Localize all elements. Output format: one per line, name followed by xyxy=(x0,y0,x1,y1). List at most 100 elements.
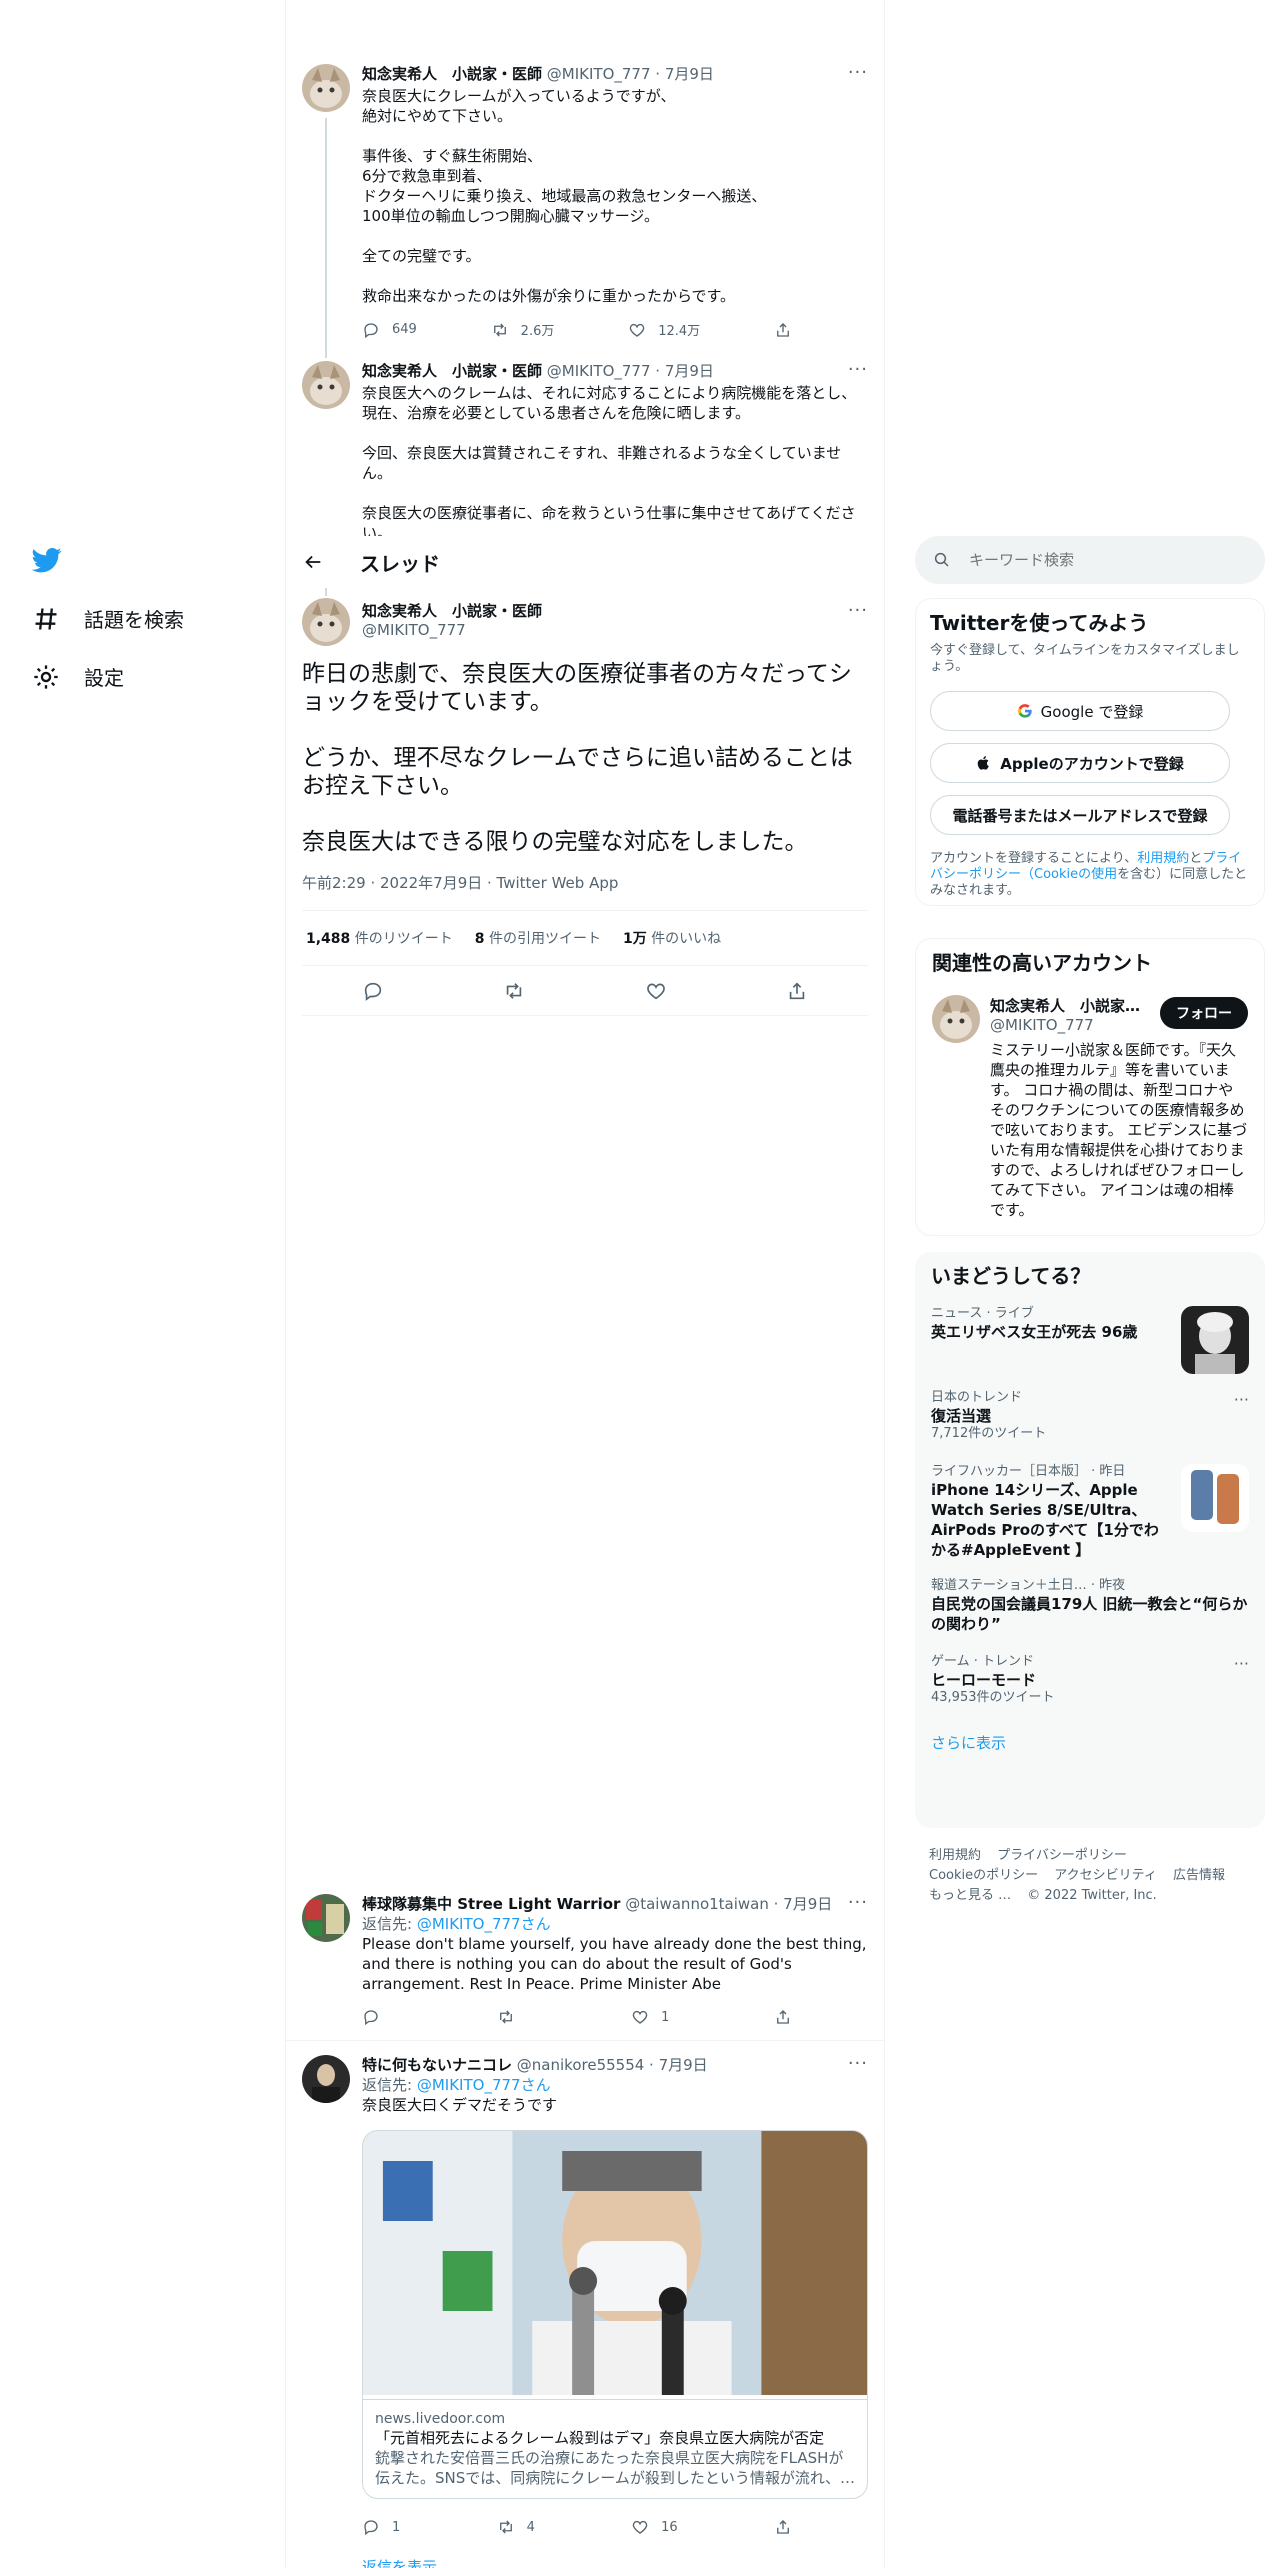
tweet-meta: @MIKITO_777 · 7月9日 xyxy=(546,65,714,83)
footer-link[interactable]: アクセシビリティ xyxy=(1054,1868,1157,1883)
link-card[interactable]: news.livedoor.com 「元首相死去によるクレーム殺到はデマ」奈良県… xyxy=(362,2130,868,2499)
search-box[interactable] xyxy=(915,536,1265,584)
reply-button[interactable]: 649 xyxy=(362,320,417,339)
tweet-author-name[interactable]: 知念実希人 小説家・医師 xyxy=(362,362,542,380)
like-stat[interactable]: 1万 件のいいね xyxy=(623,928,721,948)
back-arrow-icon[interactable] xyxy=(302,551,324,573)
retweet-button[interactable]: 2.6万 xyxy=(491,320,554,339)
trend-thumbnail xyxy=(1181,1306,1249,1374)
trend-item[interactable]: 報道ステーション＋土日… · 昨夜 自民党の国会議員179人 旧統一教会と“何ら… xyxy=(931,1578,1249,1634)
retweet-icon[interactable] xyxy=(503,980,525,1002)
avatar[interactable] xyxy=(302,2055,350,2103)
copyright: © 2022 Twitter, Inc. xyxy=(1027,1888,1157,1903)
reply-mention-link[interactable]: @MIKITO_777さん xyxy=(417,1915,551,1933)
account-bio: ミステリー小説家＆医師です。『天久鷹央の推理カルテ』等を書いています。 コロナ禍… xyxy=(990,1041,1248,1219)
avatar[interactable] xyxy=(302,1894,350,1942)
reply-button[interactable] xyxy=(362,2008,392,2026)
share-icon xyxy=(777,322,789,337)
share-button[interactable] xyxy=(774,2518,792,2536)
twitter-logo-icon[interactable] xyxy=(30,545,64,575)
show-more-link[interactable]: さらに表示 xyxy=(931,1732,1249,1753)
avatar[interactable] xyxy=(302,64,350,112)
more-options-icon[interactable]: ··· xyxy=(848,1892,868,1913)
trend-item[interactable]: ニュース · ライブ 英エリザベス女王が死去 96歳 xyxy=(931,1306,1249,1374)
trend-item[interactable]: ライフハッカー［日本版］ · 昨日 iPhone 14シリーズ、Apple Wa… xyxy=(931,1464,1249,1560)
tweet-actions: 1 4 16 xyxy=(362,2518,792,2536)
reply-button[interactable]: 1 xyxy=(362,2518,400,2536)
google-signup-button[interactable]: Google で登録 xyxy=(930,691,1230,731)
tweet-meta: @nanikore55554 · 7月9日 xyxy=(516,2056,708,2074)
tweet-author-name[interactable]: 知念実希人 小説家・医師 xyxy=(362,65,542,83)
trend-item[interactable]: ゲーム · トレンド ヒーローモード 43,953件のツイート ··· xyxy=(931,1654,1249,1706)
footer-link[interactable]: 広告情報 xyxy=(1173,1868,1225,1883)
footer-link[interactable]: もっと見る … xyxy=(929,1888,1011,1903)
avatar[interactable] xyxy=(302,598,350,646)
tweet-actions: 649 2.6万 12.4万 xyxy=(362,320,792,339)
apple-signup-button[interactable]: Appleのアカウントで登録 xyxy=(930,743,1230,783)
card-domain: news.livedoor.com xyxy=(375,2411,506,2427)
tweet-author-handle[interactable]: @MIKITO_777 xyxy=(362,621,868,639)
reply-icon xyxy=(364,2520,378,2536)
account-name[interactable]: 知念実希人 小説家… xyxy=(990,995,1140,1016)
share-button[interactable] xyxy=(774,320,792,339)
reply-mention-link[interactable]: @MIKITO_777さん xyxy=(417,2076,551,2094)
nav-explore[interactable]: 話題を検索 xyxy=(32,604,184,633)
heart-icon[interactable] xyxy=(645,980,667,1002)
trends-title: いまどうしてる？ xyxy=(931,1264,1091,1288)
tweet-content: 知念実希人 小説家・医師 @MIKITO_777 · 7月9日 奈良医大へのクレ… xyxy=(362,361,868,536)
retweet-stat[interactable]: 1,488 件のリツイート xyxy=(306,928,453,948)
trend-item[interactable]: 日本のトレンド 復活当選 7,712件のツイート ··· xyxy=(931,1390,1249,1442)
share-icon[interactable] xyxy=(786,980,808,1002)
search-icon xyxy=(934,552,949,567)
footer-link[interactable]: Cookieのポリシー xyxy=(929,1868,1038,1883)
reply-icon[interactable] xyxy=(362,980,384,1002)
card-description: 銃撃された安倍晋三氏の治療にあたった奈良県立医大病院をFLASHが伝えた。SNS… xyxy=(375,2449,855,2487)
focus-author: 知念実希人 小説家・医師 @MIKITO_777 xyxy=(362,600,868,639)
gear-icon xyxy=(34,664,58,689)
phone-email-signup-button[interactable]: 電話番号またはメールアドレスで登録 xyxy=(930,795,1230,835)
heart-icon xyxy=(629,323,645,337)
retweet-button[interactable] xyxy=(497,2008,527,2026)
signup-title: Twitterを使ってみよう xyxy=(930,611,1149,635)
search-input[interactable] xyxy=(969,551,1249,569)
nav-settings[interactable]: 設定 xyxy=(32,662,124,691)
nav-explore-label: 話題を検索 xyxy=(84,608,184,632)
reply-icon xyxy=(364,322,378,338)
like-button[interactable]: 16 xyxy=(631,2518,678,2536)
retweet-icon xyxy=(499,2520,512,2534)
tweet-stats: 1,488 件のリツイート 8 件の引用ツイート 1万 件のいいね xyxy=(302,910,868,966)
more-options-icon[interactable]: ··· xyxy=(848,359,868,380)
tweet-text: Please don't blame yourself, you have al… xyxy=(362,1935,872,1993)
page-title: スレッド xyxy=(360,551,440,576)
quote-stat[interactable]: 8 件の引用ツイート xyxy=(475,928,601,948)
tweet-author-name[interactable]: 棒球隊募集中 Stree Light Warrior xyxy=(362,1895,620,1913)
more-options-icon[interactable]: ··· xyxy=(1234,1654,1249,1673)
like-button[interactable]: 1 xyxy=(631,2008,669,2026)
tweet-text: 奈良医大へのクレームは、それに対応することにより病院機能を落とし、現在、治療を必… xyxy=(362,384,857,536)
like-button[interactable]: 12.4万 xyxy=(628,320,700,339)
terms-link[interactable]: 利用規約 xyxy=(1137,851,1189,866)
reply-tweet: 特に何もないナニコレ @nanikore55554 · 7月9日 返信先: @M… xyxy=(362,2055,868,2115)
retweet-button[interactable]: 4 xyxy=(497,2518,535,2536)
more-options-icon[interactable]: ··· xyxy=(848,62,868,83)
more-options-icon[interactable]: ··· xyxy=(848,2053,868,2074)
footer-link[interactable]: 利用規約 xyxy=(929,1848,981,1863)
tweet-author-name[interactable]: 特に何もないナニコレ xyxy=(362,2056,512,2074)
share-button[interactable] xyxy=(774,2008,792,2026)
account-row[interactable]: 知念実希人 小説家… @MIKITO_777 ミステリー小説家＆医師です。『天久… xyxy=(932,995,1248,1220)
tweet-timestamp[interactable]: 午前2:29 · 2022年7月9日 · Twitter Web App xyxy=(302,872,618,893)
tweet-author-name[interactable]: 知念実希人 小説家・医師 xyxy=(362,600,868,621)
avatar[interactable] xyxy=(932,995,980,1043)
hashtag-icon xyxy=(35,607,57,630)
follow-button[interactable]: フォロー xyxy=(1160,997,1248,1029)
show-replies-link[interactable]: 返信を表示 xyxy=(362,2556,437,2568)
reply-to-line: 返信先: @MIKITO_777さん xyxy=(362,2076,551,2094)
more-options-icon[interactable]: ··· xyxy=(848,600,868,621)
signup-panel: Twitterを使ってみよう 今すぐ登録して、タイムラインをカスタマイズしましょ… xyxy=(915,598,1265,906)
reply-to-line: 返信先: @MIKITO_777さん xyxy=(362,1915,551,1933)
more-options-icon[interactable]: ··· xyxy=(1234,1390,1249,1409)
google-logo-icon xyxy=(1017,704,1032,718)
heart-icon xyxy=(632,2010,648,2024)
footer-link[interactable]: プライバシーポリシー xyxy=(997,1848,1127,1863)
avatar[interactable] xyxy=(302,361,350,409)
